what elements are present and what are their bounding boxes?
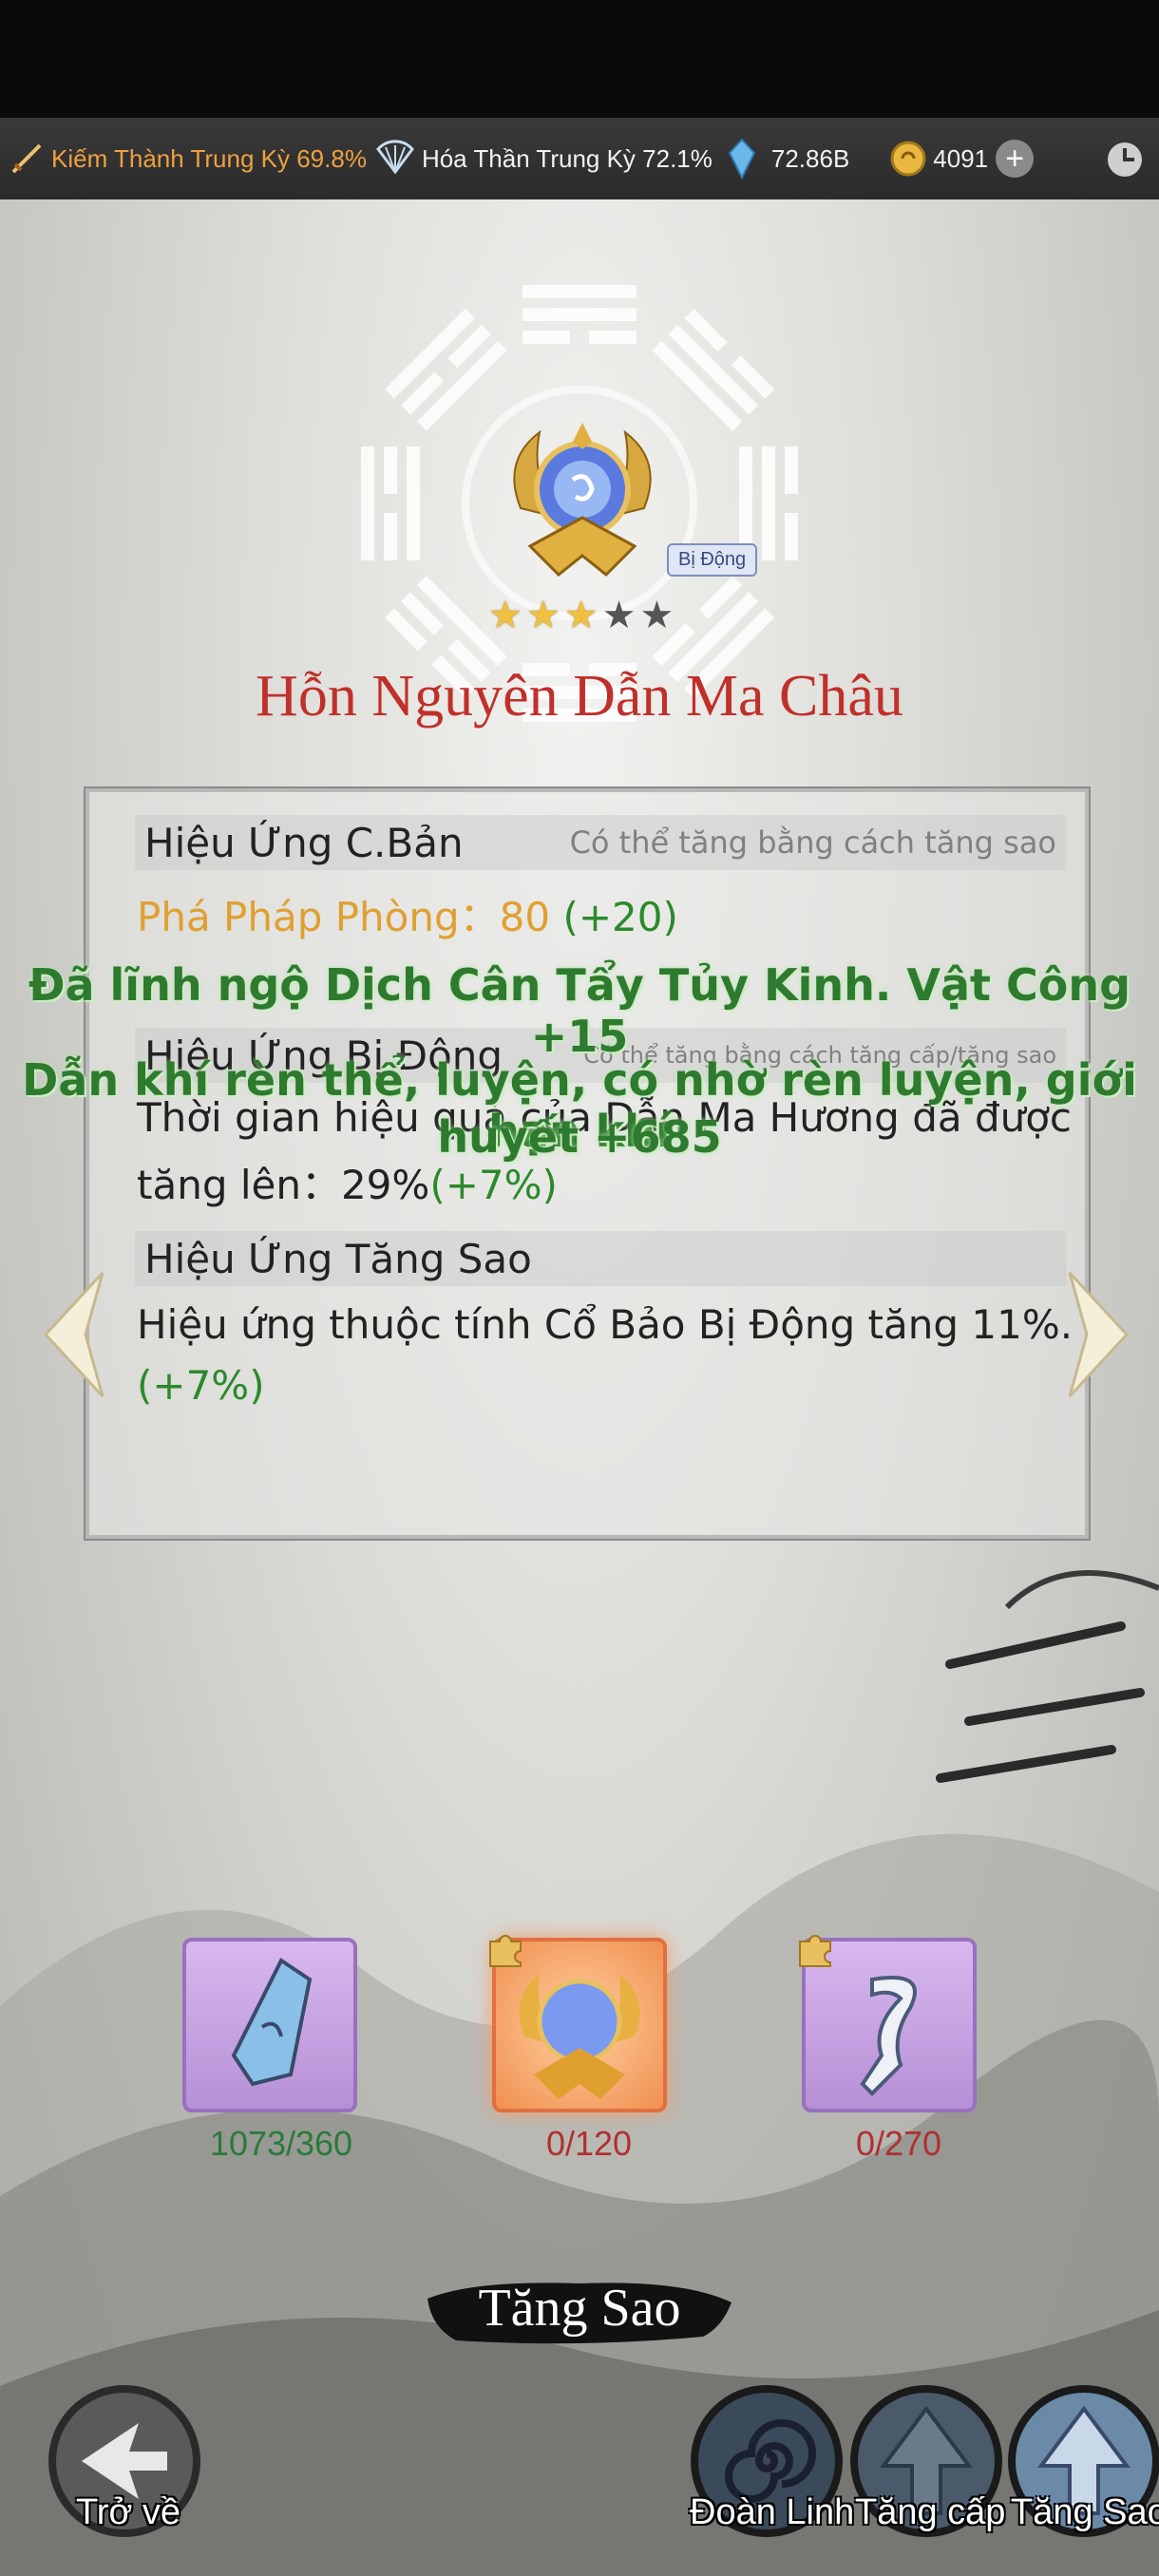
star-effect-desc: Hiệu ứng thuộc tính Cổ Bảo Bị Động tăng … xyxy=(137,1301,1074,1348)
basic-effect-hint: Có thể tăng bằng cách tăng sao xyxy=(569,824,1056,861)
clock-icon[interactable] xyxy=(1104,139,1146,180)
stat-label: Phá Pháp Phòng： xyxy=(137,894,500,940)
spirit-stone: 72.86B xyxy=(726,138,849,180)
realm-sword: Kiếm Thành Trung Kỳ 69.8% xyxy=(8,140,367,178)
fan-icon xyxy=(376,140,414,175)
toast-notice-1: Đã lĩnh ngộ Dịch Cân Tẩy Tủy Kinh. Vật C… xyxy=(28,959,1131,1062)
realm-fan-text: Hóa Thần Trung Kỳ 72.1% xyxy=(421,143,712,173)
effects-panel: Hiệu Ứng C.Bản Có thể tăng bằng cách tăn… xyxy=(84,786,1091,1541)
gold-count: 4091 xyxy=(933,143,989,173)
star-icon: ★ xyxy=(525,594,560,637)
level-up-label[interactable]: Tăng cấp xyxy=(855,2492,1005,2533)
star-icon: ★ xyxy=(488,594,522,637)
add-gold-button[interactable]: + xyxy=(996,140,1035,178)
stat-line: Phá Pháp Phòng：80 (+20) xyxy=(137,885,678,943)
material-count-1: 1073/360 xyxy=(209,2124,353,2163)
material-count-3: 0/270 xyxy=(855,2124,942,2163)
realm-sword-text: Kiếm Thành Trung Kỳ 69.8% xyxy=(51,143,367,173)
orb-artifact-icon xyxy=(513,423,652,578)
material-slot-1[interactable] xyxy=(182,1938,357,2112)
basic-effect-title: Hiệu Ứng C.Bản xyxy=(144,819,464,866)
gold-currency: 4091 + xyxy=(889,140,1035,178)
resource-bar: Kiếm Thành Trung Kỳ 69.8% Hóa Thần Trung… xyxy=(0,118,1159,199)
stat-value: 80 xyxy=(499,894,551,940)
back-label[interactable]: Trở về xyxy=(76,2492,180,2533)
basic-effect-header: Hiệu Ứng C.Bản Có thể tăng bằng cách tăn… xyxy=(135,815,1066,870)
sword-icon xyxy=(11,143,42,174)
next-arrow-icon[interactable] xyxy=(1060,1263,1136,1406)
star-effect-bonus: (+7%) xyxy=(137,1362,265,1409)
material-count-2: 0/120 xyxy=(545,2124,633,2163)
spirit-stone-count: 72.86B xyxy=(770,143,850,173)
star-icon: ★ xyxy=(601,594,636,637)
item-detail-scene: Bị Động ★ ★ ★ ★ ★ Hỗn Nguyên Dẫn Ma Châu… xyxy=(0,199,1159,2576)
star-up-label: Tăng Sao xyxy=(478,2279,681,2338)
star-up-nav-label[interactable]: Tăng Sao xyxy=(1011,2492,1159,2533)
star-icon: ★ xyxy=(639,594,674,637)
passive-bonus: (+7%) xyxy=(429,1162,558,1208)
star-icon: ★ xyxy=(563,594,598,637)
stat-bonus: (+20) xyxy=(562,894,678,940)
puzzle-piece-icon xyxy=(799,1935,831,1967)
star-effect-title: Hiệu Ứng Tăng Sao xyxy=(144,1235,532,1282)
passive-badge: Bị Động xyxy=(667,543,758,577)
status-bar-area xyxy=(0,0,1159,118)
passive-desc-value: tăng lên：29% xyxy=(137,1162,430,1208)
blade-shard-icon xyxy=(231,1958,313,2087)
puzzle-piece-icon xyxy=(489,1935,522,1967)
star-effect-header: Hiệu Ứng Tăng Sao xyxy=(135,1231,1066,1286)
realm-fan: Hóa Thần Trung Kỳ 72.1% xyxy=(374,140,712,178)
crystal-icon xyxy=(728,138,756,180)
toast-notice-3: huyết +685 xyxy=(437,1111,722,1163)
star-rating: ★ ★ ★ ★ ★ xyxy=(488,597,674,635)
star-up-button[interactable]: Tăng Sao xyxy=(418,2261,741,2356)
item-title: Hỗn Nguyên Dẫn Ma Châu xyxy=(256,664,903,729)
gold-coin-icon xyxy=(890,141,926,177)
previous-arrow-icon[interactable] xyxy=(36,1263,112,1406)
forge-label[interactable]: Đoàn Linh xyxy=(690,2492,854,2533)
